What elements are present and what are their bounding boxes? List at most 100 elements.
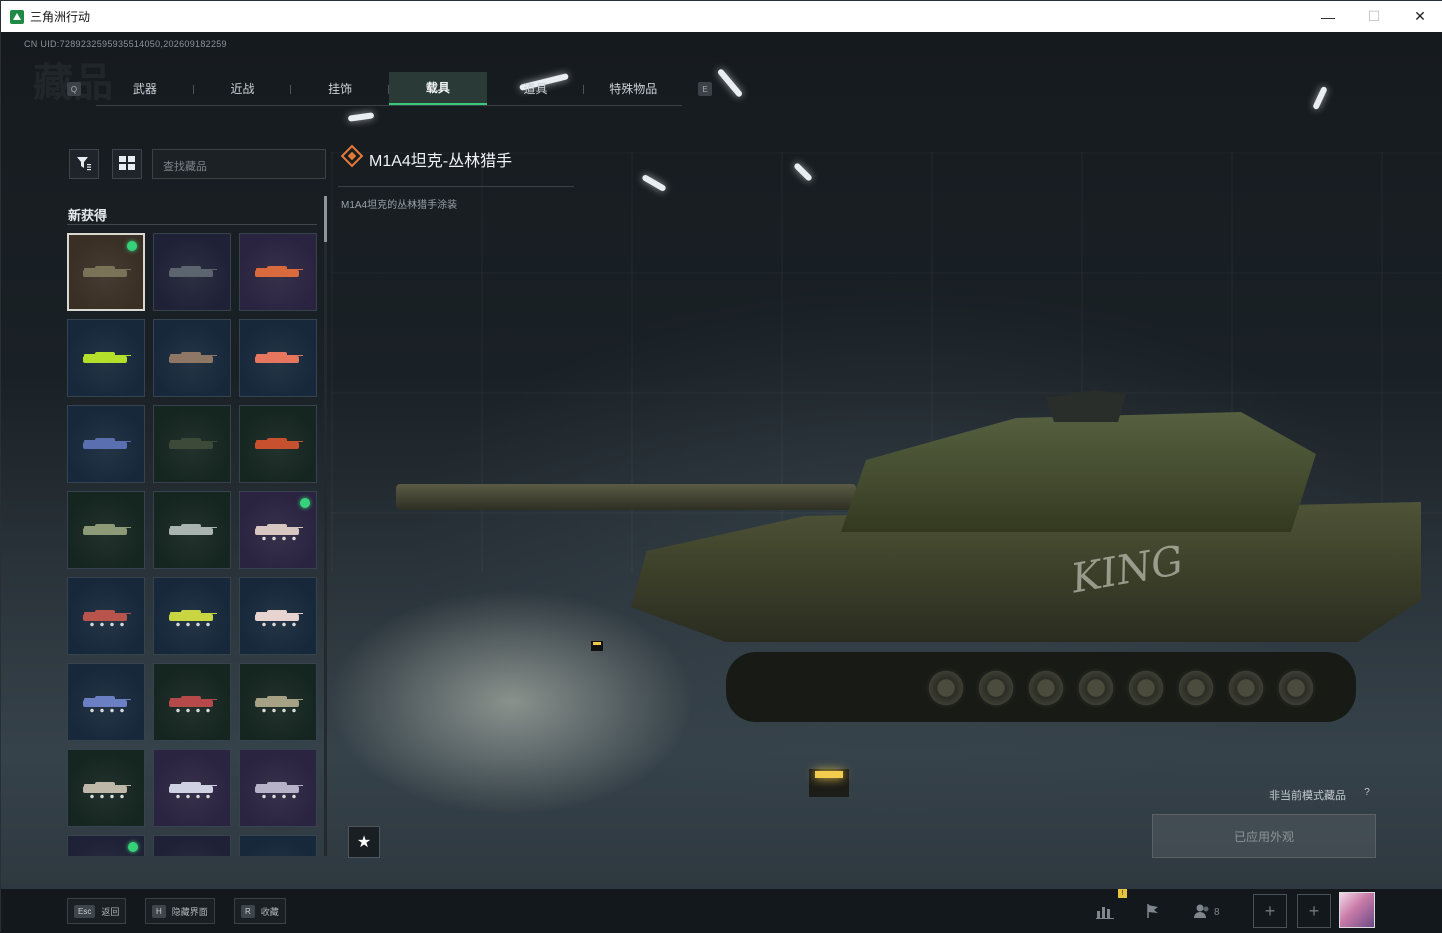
tank-barrel (396, 484, 856, 510)
favorite-hint[interactable]: R 收藏 (234, 898, 286, 924)
help-icon[interactable]: ? (1360, 787, 1374, 801)
tank-machine-gun (1046, 390, 1126, 422)
tank-icon (167, 352, 217, 364)
plus-icon: + (1308, 900, 1320, 921)
ceiling-light (1312, 85, 1328, 111)
grid-view-button[interactable] (112, 149, 142, 179)
tab-melee[interactable]: 近战 (194, 72, 292, 105)
minimize-button[interactable]: — (1305, 1, 1351, 32)
tab-special-items[interactable]: 特殊物品 (584, 72, 682, 105)
item-card[interactable] (67, 577, 145, 655)
item-card[interactable] (153, 749, 231, 827)
new-item-indicator (128, 842, 138, 852)
item-card[interactable] (67, 405, 145, 483)
item-card[interactable] (67, 749, 145, 827)
vehicle-wheels (173, 622, 213, 627)
item-card[interactable] (239, 319, 317, 397)
item-card[interactable] (67, 663, 145, 741)
item-card[interactable] (67, 319, 145, 397)
divider (67, 224, 317, 225)
item-card[interactable] (239, 577, 317, 655)
item-card[interactable] (67, 233, 145, 311)
tab-vehicles[interactable]: 载具 (389, 72, 487, 105)
tab-weapons[interactable]: 武器 (96, 72, 194, 105)
tank-icon (81, 438, 131, 450)
favorite-button[interactable]: ★ (348, 826, 380, 858)
stats-button[interactable] (1091, 898, 1119, 926)
friends-count: 8 (1214, 906, 1220, 918)
floor-lamp (809, 769, 849, 797)
tank-model[interactable]: KING (396, 352, 1426, 732)
favorite-label: 收藏 (260, 906, 279, 917)
tank-icon (253, 266, 303, 278)
close-button[interactable]: ✕ (1397, 1, 1442, 32)
maximize-button[interactable]: ☐ (1351, 1, 1397, 32)
armored-vehicle-icon (253, 782, 303, 794)
hide-ui-label: 隐藏界面 (171, 906, 208, 917)
friends-icon (1193, 903, 1211, 922)
ceiling-light (347, 112, 375, 122)
flag-icon (1145, 903, 1161, 922)
filter-button[interactable] (69, 149, 99, 179)
new-item-indicator (300, 498, 310, 508)
friends-button[interactable]: 8 (1193, 898, 1229, 926)
item-card[interactable] (153, 233, 231, 311)
item-grid (67, 233, 319, 856)
item-card[interactable] (239, 663, 317, 741)
filter-icon (76, 155, 92, 174)
window-title: 三角洲行动 (30, 10, 91, 24)
item-card[interactable] (153, 491, 231, 569)
armored-vehicle-icon (167, 610, 217, 622)
category-tabs: 武器 近战 挂饰 载具 道具 特殊物品 (96, 72, 682, 106)
item-card[interactable] (239, 491, 317, 569)
scrollbar-thumb[interactable] (324, 196, 327, 242)
tank-wheel (1176, 668, 1216, 708)
item-card[interactable] (153, 835, 231, 856)
tank-wheel (1026, 668, 1066, 708)
tab-props[interactable]: 道具 (487, 72, 585, 105)
item-card[interactable] (153, 577, 231, 655)
item-card[interactable] (239, 835, 317, 856)
item-card[interactable] (67, 491, 145, 569)
item-card[interactable] (67, 835, 145, 856)
player-avatar[interactable] (1339, 892, 1375, 928)
armored-vehicle-icon (167, 782, 217, 794)
bar-chart-icon (1096, 903, 1114, 922)
back-hint[interactable]: Esc 返回 (67, 898, 127, 924)
game-viewport: KING CN UID:728923259593551405​0,2026091… (1, 32, 1442, 933)
tab-charms[interactable]: 挂饰 (291, 72, 389, 105)
notification-badge: ! (1118, 889, 1127, 898)
key-r: R (241, 904, 255, 918)
vehicle-wheels (259, 794, 299, 799)
item-card[interactable] (239, 233, 317, 311)
tank-wheel (976, 668, 1016, 708)
armored-vehicle-icon (253, 610, 303, 622)
item-card[interactable] (153, 663, 231, 741)
item-grid-scrollbar[interactable] (324, 196, 327, 856)
flag-button[interactable] (1139, 898, 1167, 926)
vehicle-wheels (173, 708, 213, 713)
ceiling-light (716, 68, 744, 98)
search-input[interactable]: 查找藏品 (152, 149, 326, 179)
hide-ui-hint[interactable]: H 隐藏界面 (145, 898, 215, 924)
tank-wheel (1226, 668, 1266, 708)
key-esc: Esc (74, 904, 96, 918)
item-card[interactable] (153, 405, 231, 483)
armored-vehicle-icon (81, 610, 131, 622)
armored-vehicle-icon (253, 524, 303, 536)
add-slot-button[interactable]: + (1253, 894, 1287, 928)
plus-icon: + (1264, 900, 1276, 921)
tank-icon (167, 438, 217, 450)
prev-tab-key[interactable]: Q (67, 82, 81, 96)
item-description: M1A4坦克的丛林猎手涂装 (341, 200, 458, 211)
tank-icon (81, 524, 131, 536)
apply-skin-button[interactable]: 已应用外观 (1152, 814, 1376, 858)
next-tab-key[interactable]: E (698, 82, 712, 96)
add-slot-button[interactable]: + (1297, 894, 1331, 928)
vehicle-wheels (87, 794, 127, 799)
item-card[interactable] (239, 405, 317, 483)
armored-vehicle-icon (253, 696, 303, 708)
item-card[interactable] (153, 319, 231, 397)
item-card[interactable] (239, 749, 317, 827)
title-bar: 三角洲行动 — ☐ ✕ (1, 1, 1442, 32)
